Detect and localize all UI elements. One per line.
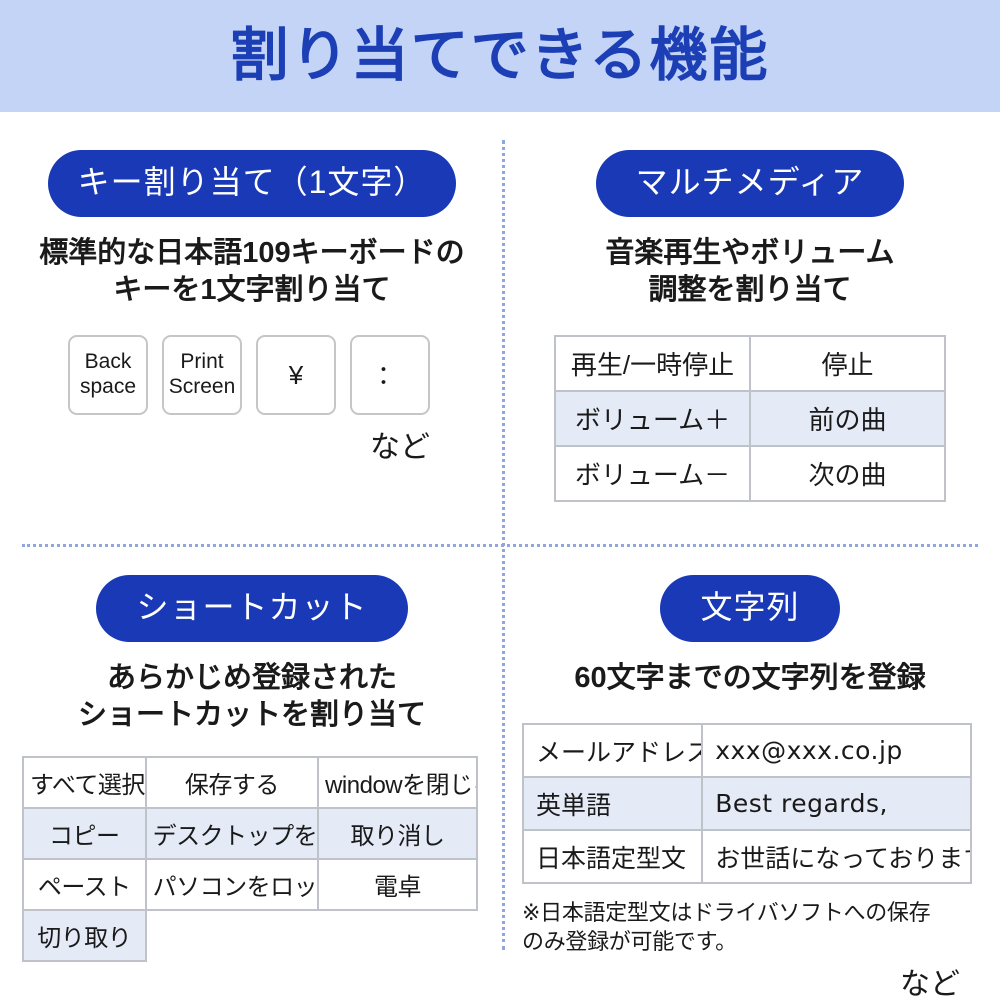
section-heading-key-assign: キー割り当て（1文字） <box>47 150 457 217</box>
table-cell: ボリューム＋ <box>554 390 751 448</box>
multimedia-table-wrap: 再生/一時停止 停止 ボリューム＋ 前の曲 ボリューム－ 次の曲 <box>522 335 978 503</box>
keycap-label-line1: Print <box>180 350 224 374</box>
keycap-printscreen: Print Screen <box>162 335 242 416</box>
table-cell-empty <box>318 910 477 961</box>
pill-row: ショートカット <box>22 575 482 642</box>
pill-row: 文字列 <box>522 575 978 642</box>
description-line: あらかじめ登録された <box>106 662 397 694</box>
keycap-label-line2: Screen <box>168 375 236 399</box>
section-description-multimedia: 音楽再生やボリューム 調整を割り当て <box>522 235 978 309</box>
keycap-label-line1: Back <box>84 350 132 374</box>
quadrant-text-string: 文字列 60文字までの文字列を登録 メールアドレス xxx@xxx.co.jp … <box>521 575 978 1000</box>
string-table-wrap: メールアドレス xxx@xxx.co.jp 英単語 Best regards, … <box>521 723 978 885</box>
quadrant-shortcut: ショートカット あらかじめ登録された ショートカットを割り当て すべて選択 保存… <box>22 575 482 963</box>
keycap-label-line2: space <box>79 375 137 399</box>
table-row: ボリューム－ 次の曲 <box>554 445 946 503</box>
table-row: ボリューム＋ 前の曲 <box>554 390 946 448</box>
keycap-backspace: Back space <box>68 335 148 416</box>
section-heading-shortcut: ショートカット <box>96 575 408 642</box>
table-cell: すべて選択 <box>22 756 147 810</box>
pill-row: マルチメディア <box>522 150 978 217</box>
pill-row: キー割り当て（1文字） <box>22 150 482 217</box>
quadrant-key-assign: キー割り当て（1文字） 標準的な日本語109キーボードの キーを1文字割り当て … <box>22 150 482 463</box>
table-cell: 前の曲 <box>749 390 946 448</box>
horizontal-divider <box>22 544 978 547</box>
shortcut-table: すべて選択 保存する windowを閉じる コピー デスクトップを表示 取り消し… <box>22 756 478 963</box>
table-cell-label: 日本語定型文 <box>521 829 704 885</box>
table-row: 日本語定型文 お世話になっております。 <box>521 829 972 885</box>
table-row: 切り取り <box>22 909 477 963</box>
description-line: キーを1文字割り当て <box>113 274 391 307</box>
table-cell: ペースト <box>22 858 147 912</box>
table-cell: 取り消し <box>317 807 478 861</box>
quadrant-multimedia: マルチメディア 音楽再生やボリューム 調整を割り当て 再生/一時停止 停止 ボリ… <box>522 150 978 503</box>
footnote-line: ※日本語定型文はドライバソフトへの保存 <box>522 900 931 926</box>
table-row: すべて選択 保存する windowを閉じる <box>22 756 478 810</box>
table-cell: 次の曲 <box>749 445 946 503</box>
table-cell: 電卓 <box>317 858 478 912</box>
keycap-label-line1: ： <box>376 359 403 390</box>
table-cell-empty <box>146 910 319 961</box>
table-cell: 保存する <box>144 756 320 810</box>
footnote-text-string: ※日本語定型文はドライバソフトへの保存 のみ登録が可能です。 <box>522 898 978 956</box>
feature-infographic: 割り当てできる機能 キー割り当て（1文字） 標準的な日本語109キーボードの キ… <box>0 0 1000 1000</box>
table-row: 英単語 Best regards, <box>521 776 972 832</box>
table-cell: windowを閉じる <box>317 756 478 810</box>
section-heading-multimedia: マルチメディア <box>595 150 905 217</box>
table-cell-label: メールアドレス <box>521 723 704 779</box>
table-row: メールアドレス xxx@xxx.co.jp <box>521 723 972 779</box>
description-line: 音楽再生やボリューム <box>605 237 895 269</box>
multimedia-table: 再生/一時停止 停止 ボリューム＋ 前の曲 ボリューム－ 次の曲 <box>554 335 946 503</box>
table-cell: コピー <box>22 807 147 861</box>
table-cell: 再生/一時停止 <box>554 335 751 393</box>
table-cell: 切り取り <box>22 909 147 963</box>
string-table: メールアドレス xxx@xxx.co.jp 英単語 Best regards, … <box>521 723 972 885</box>
shortcut-table-wrap: すべて選択 保存する windowを閉じる コピー デスクトップを表示 取り消し… <box>22 756 482 963</box>
keycap-label-line1: ¥ <box>288 359 304 390</box>
description-line: 標準的な日本語109キーボードの <box>39 237 465 269</box>
description-line: 調整を割り当て <box>648 274 852 307</box>
etc-label-key-assign: など <box>370 431 430 465</box>
page-title: 割り当てできる機能 <box>230 23 770 88</box>
section-description-key-assign: 標準的な日本語109キーボードの キーを1文字割り当て <box>22 235 482 309</box>
table-cell-label: 英単語 <box>521 776 704 832</box>
footnote-line: のみ登録が可能です。 <box>522 929 737 955</box>
keycap-colon: ： <box>350 335 430 416</box>
table-cell: 停止 <box>749 335 946 393</box>
section-description-shortcut: あらかじめ登録された ショートカットを割り当て <box>22 660 482 734</box>
description-line: ショートカットを割り当て <box>77 699 426 732</box>
table-row: コピー デスクトップを表示 取り消し <box>22 807 478 861</box>
table-cell-value: Best regards, <box>701 776 972 832</box>
table-cell: デスクトップを表示 <box>144 807 320 861</box>
table-cell-value: xxx@xxx.co.jp <box>701 723 972 779</box>
etc-label-text-string: など <box>900 968 960 1000</box>
section-heading-text-string: 文字列 <box>660 575 840 642</box>
table-row: ペースト パソコンをロック 電卓 <box>22 858 478 912</box>
table-cell: パソコンをロック <box>144 858 320 912</box>
header-band: 割り当てできる機能 <box>0 0 1000 112</box>
table-cell-value: お世話になっております。 <box>701 829 972 885</box>
keycap-yen: ¥ <box>256 335 336 416</box>
table-cell: ボリューム－ <box>554 445 751 503</box>
description-line: 60文字までの文字列を登録 <box>574 662 926 694</box>
section-description-text-string: 60文字までの文字列を登録 <box>522 660 978 697</box>
keycap-list: Back space Print Screen ¥ ： <box>22 335 482 416</box>
table-row: 再生/一時停止 停止 <box>554 335 946 393</box>
